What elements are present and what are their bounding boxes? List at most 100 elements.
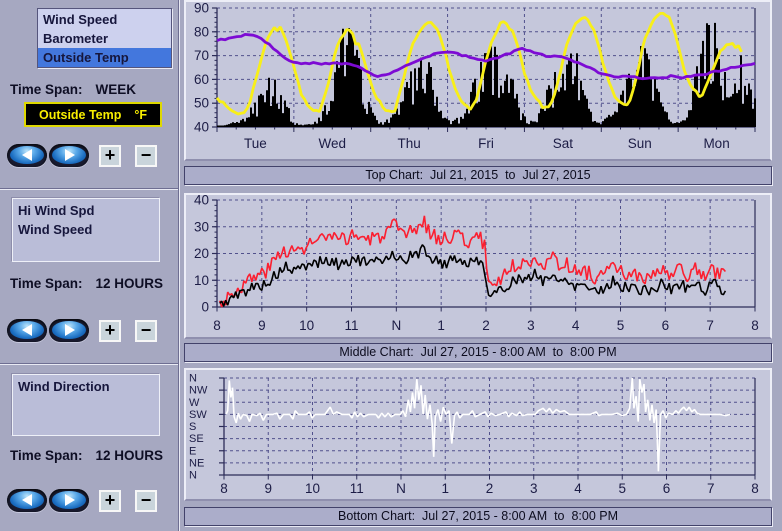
bottom-scroll-left-button[interactable]	[7, 489, 47, 512]
svg-text:2: 2	[482, 318, 490, 333]
svg-text:Wed: Wed	[319, 136, 347, 151]
time-span-label: Time Span:	[10, 448, 83, 463]
series-option-wind-speed[interactable]: Wind Speed	[13, 220, 159, 239]
svg-text:11: 11	[344, 318, 358, 333]
top-chart-plot: 405060708090TueWedThuFriSatSunMon	[186, 2, 770, 159]
svg-text:20: 20	[194, 246, 209, 261]
svg-text:Sat: Sat	[553, 136, 574, 151]
active-series-legend: Outside Temp °F	[24, 102, 162, 127]
series-option-outside-temp[interactable]: Outside Temp	[38, 48, 171, 67]
svg-text:30: 30	[194, 219, 209, 234]
top-time-span: Time Span: WEEK	[10, 82, 175, 97]
middle-scroll-left-button[interactable]	[7, 319, 47, 342]
arrow-right-icon	[52, 491, 86, 509]
svg-text:40: 40	[194, 195, 209, 208]
time-span-value: 12 HOURS	[96, 448, 164, 463]
arrow-left-icon	[10, 146, 44, 164]
svg-text:NW: NW	[189, 385, 208, 397]
sidebar-chart-divider	[178, 0, 179, 531]
bottom-chart-caption: Bottom Chart: Jul 27, 2015 - 8:00 AM to …	[184, 507, 772, 526]
svg-text:7: 7	[707, 481, 715, 496]
middle-scroll-right-button[interactable]	[49, 319, 89, 342]
middle-zoom-in-button[interactable]: +	[99, 320, 121, 342]
svg-text:70: 70	[194, 48, 209, 63]
svg-text:8: 8	[213, 318, 221, 333]
bottom-chart-series-listbox[interactable]: Wind Direction	[12, 374, 160, 436]
middle-chart-series-listbox[interactable]: Hi Wind Spd Wind Speed	[12, 198, 160, 262]
time-span-label: Time Span:	[10, 276, 83, 291]
svg-text:SW: SW	[189, 409, 207, 421]
svg-text:80: 80	[194, 24, 209, 39]
bottom-chart-panel: NNWWSWSSEENEN891011N12345678	[184, 368, 772, 501]
svg-text:10: 10	[305, 481, 320, 496]
svg-text:SE: SE	[189, 433, 204, 445]
minus-icon: −	[141, 145, 152, 165]
top-zoom-in-button[interactable]: +	[99, 145, 121, 167]
svg-text:0: 0	[201, 300, 209, 315]
plus-icon: +	[105, 145, 116, 165]
arrow-left-icon	[10, 321, 44, 339]
svg-text:8: 8	[751, 481, 759, 496]
svg-text:8: 8	[220, 481, 228, 496]
svg-text:Fri: Fri	[478, 136, 494, 151]
time-span-value: WEEK	[96, 82, 137, 97]
svg-text:50: 50	[194, 96, 209, 111]
plus-icon: +	[105, 490, 116, 510]
sidebar-divider	[0, 363, 178, 364]
bottom-scroll-right-button[interactable]	[49, 489, 89, 512]
middle-chart-panel: 010203040891011N12345678	[184, 193, 772, 339]
svg-text:1: 1	[437, 318, 445, 333]
middle-chart-caption: Middle Chart: Jul 27, 2015 - 8:00 AM to …	[184, 343, 772, 362]
sidebar-divider	[0, 188, 178, 189]
top-chart-caption: Top Chart: Jul 21, 2015 to Jul 27, 2015	[184, 166, 772, 185]
svg-text:90: 90	[194, 2, 209, 16]
top-chart-panel: 405060708090TueWedThuFriSatSunMon	[184, 0, 772, 161]
svg-text:W: W	[189, 397, 200, 409]
svg-text:Sun: Sun	[628, 136, 652, 151]
svg-text:10: 10	[299, 318, 314, 333]
svg-text:8: 8	[751, 318, 759, 333]
top-scroll-right-button[interactable]	[49, 144, 89, 167]
svg-text:4: 4	[574, 481, 582, 496]
legend-unit: °F	[134, 108, 147, 122]
svg-text:Mon: Mon	[703, 136, 729, 151]
svg-text:Thu: Thu	[398, 136, 421, 151]
middle-time-span: Time Span: 12 HOURS	[10, 276, 175, 291]
arrow-right-icon	[52, 321, 86, 339]
svg-text:6: 6	[662, 318, 670, 333]
svg-text:E: E	[189, 445, 196, 457]
svg-text:9: 9	[258, 318, 266, 333]
legend-series-name: Outside Temp	[39, 108, 121, 122]
svg-text:9: 9	[264, 481, 272, 496]
svg-text:S: S	[189, 421, 196, 433]
top-zoom-out-button[interactable]: −	[135, 145, 157, 167]
time-span-label: Time Span:	[10, 82, 83, 97]
arrow-right-icon	[52, 146, 86, 164]
svg-text:4: 4	[572, 318, 580, 333]
svg-text:1: 1	[441, 481, 449, 496]
strip-charts-window: Wind Speed Barometer Outside Temp Time S…	[0, 0, 782, 531]
middle-chart-plot: 010203040891011N12345678	[186, 195, 770, 337]
series-option-hi-wind-spd[interactable]: Hi Wind Spd	[13, 201, 159, 220]
svg-text:3: 3	[530, 481, 538, 496]
bottom-zoom-in-button[interactable]: +	[99, 490, 121, 512]
svg-text:N: N	[189, 373, 197, 385]
middle-zoom-out-button[interactable]: −	[135, 320, 157, 342]
series-option-wind-speed[interactable]: Wind Speed	[38, 10, 171, 29]
svg-text:N: N	[189, 470, 197, 482]
svg-text:40: 40	[194, 120, 209, 135]
top-chart-series-listbox[interactable]: Wind Speed Barometer Outside Temp	[37, 8, 172, 68]
top-scroll-left-button[interactable]	[7, 144, 47, 167]
svg-text:2: 2	[486, 481, 494, 496]
series-option-wind-direction[interactable]: Wind Direction	[13, 377, 159, 396]
svg-text:10: 10	[194, 273, 209, 288]
svg-text:5: 5	[617, 318, 625, 333]
bottom-time-span: Time Span: 12 HOURS	[10, 448, 175, 463]
minus-icon: −	[141, 320, 152, 340]
series-option-barometer[interactable]: Barometer	[38, 29, 171, 48]
bottom-zoom-out-button[interactable]: −	[135, 490, 157, 512]
svg-text:3: 3	[527, 318, 535, 333]
svg-text:6: 6	[663, 481, 671, 496]
svg-text:11: 11	[350, 481, 364, 496]
svg-text:7: 7	[706, 318, 714, 333]
